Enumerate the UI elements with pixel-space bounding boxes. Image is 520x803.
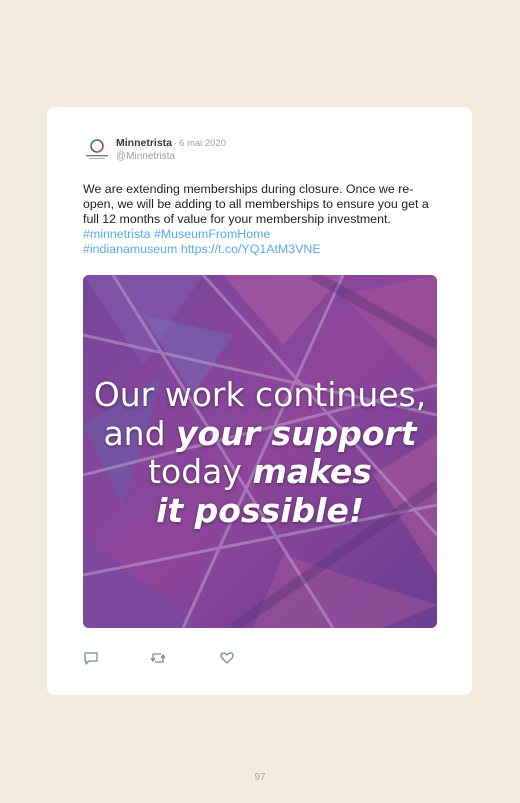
like-button[interactable]: [219, 650, 237, 668]
reply-button[interactable]: [83, 650, 101, 668]
hashtag-museumfromhome[interactable]: #MuseumFromHome: [154, 227, 270, 241]
hashtag-minnetrista[interactable]: #minnetrista: [83, 227, 151, 241]
tweet-card: Minnetrista · 6 mai 2020 @Minnetrista We a…: [47, 107, 472, 695]
tweet-actions: [83, 650, 283, 668]
media-line-1: Our work continues,: [93, 375, 427, 414]
minnetrista-logo: [86, 139, 108, 159]
tweet-image[interactable]: Our work continues, and your support tod…: [83, 275, 437, 628]
separator-dot: ·: [174, 138, 178, 148]
avatar[interactable]: [83, 136, 111, 164]
media-line-4: it possible!: [156, 491, 364, 530]
hashtag-indianamuseum[interactable]: #indianamuseum: [83, 242, 177, 256]
media-line-2a: and: [103, 414, 177, 453]
page-number: 97: [254, 772, 266, 783]
author-name[interactable]: Minnetrista: [116, 137, 172, 149]
media-line-3b: makes: [252, 452, 372, 491]
retweet-icon: [150, 653, 166, 663]
author-handle[interactable]: @Minnetrista: [116, 151, 175, 162]
tweet-body: We are extending memberships during clos…: [83, 182, 429, 226]
tweet-header: Minnetrista · 6 mai 2020 @Minnetrista: [83, 136, 443, 166]
tweet-link[interactable]: https://t.co/YQ1AtM3VNE: [181, 242, 321, 256]
media-line-2b: your support: [176, 414, 417, 453]
retweet-button[interactable]: [150, 650, 168, 668]
media-line-3a: today: [148, 452, 253, 491]
heart-icon: [220, 652, 234, 664]
reply-icon: [84, 652, 98, 665]
tweet-date[interactable]: 6 mai 2020: [179, 138, 226, 149]
tweet-text: We are extending memberships during clos…: [83, 182, 443, 257]
